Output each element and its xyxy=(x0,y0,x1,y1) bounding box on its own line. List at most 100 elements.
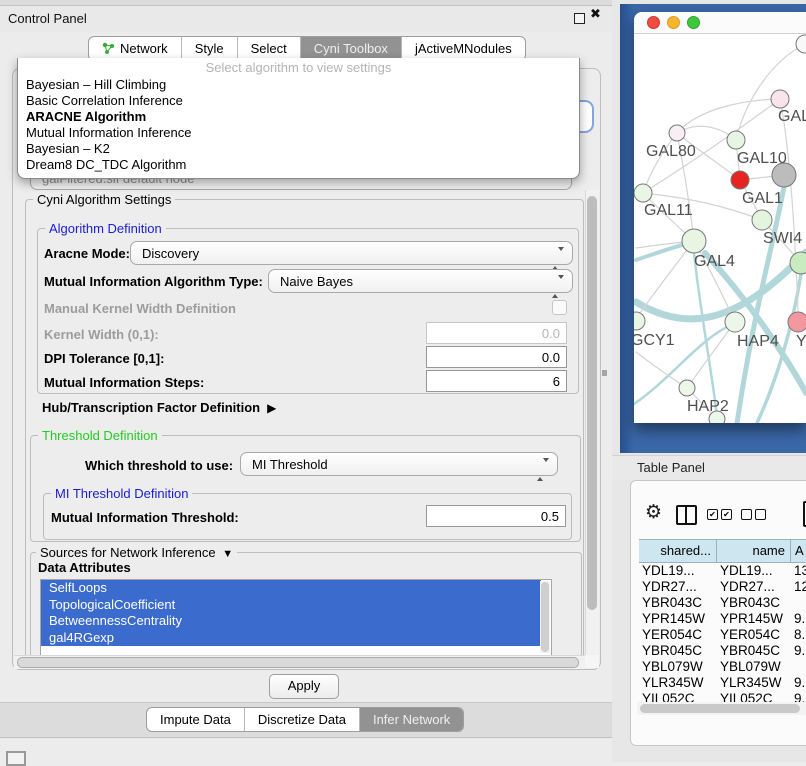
tab-select[interactable]: Select xyxy=(237,37,300,60)
cell: YDL19... xyxy=(717,563,791,579)
attribute-item-topologicalcoefficient[interactable]: TopologicalCoefficient xyxy=(41,597,541,614)
algorithm-option-aracne-algorithm[interactable]: ARACNE Algorithm xyxy=(18,109,579,125)
table-horizontal-scrollbar[interactable] xyxy=(637,702,806,715)
which-threshold-value: MI Threshold xyxy=(252,457,328,472)
scrollbar-thumb[interactable] xyxy=(587,196,597,610)
gear-button[interactable]: ⚙ xyxy=(645,503,662,522)
mi-type-combo[interactable]: Naive Bayes xyxy=(268,269,573,293)
column-header-a[interactable]: A xyxy=(791,540,806,562)
network-node-y[interactable] xyxy=(788,312,806,332)
table-row[interactable]: YPR145WYPR145W9. xyxy=(639,611,806,627)
attribute-item-betweennesscentrality[interactable]: BetweennessCentrality xyxy=(41,613,541,630)
cyni-bottom-tabs: Impute DataDiscretize DataInfer Network xyxy=(146,707,464,732)
cell: YBR045C xyxy=(639,643,717,659)
tab-network[interactable]: Network xyxy=(89,37,181,60)
manual-kernel-checkbox[interactable] xyxy=(552,300,567,315)
aracne-mode-value: Discovery xyxy=(142,246,199,261)
algorithm-option-bayesian-hill-climbing[interactable]: Bayesian – Hill Climbing xyxy=(18,77,579,93)
algorithm-option-basic-correlation-inference[interactable]: Basic Correlation Inference xyxy=(18,93,579,109)
network-node-swi4[interactable] xyxy=(752,210,772,230)
algorithm-option-dream8-dc-tdc-algorithm[interactable]: Dream8 DC_TDC Algorithm xyxy=(18,157,579,173)
close-panel-button[interactable]: ✖ xyxy=(590,7,601,22)
network-node[interactable] xyxy=(709,411,725,423)
network-node-gal[interactable] xyxy=(771,90,789,108)
attribute-item-selfloops[interactable]: SelfLoops xyxy=(41,580,541,597)
hub-definition-toggle[interactable]: Hub/Transcription Factor Definition ▶ xyxy=(42,400,276,415)
sources-toggle[interactable]: Sources for Network Inference ▼ xyxy=(36,545,237,560)
cell xyxy=(791,659,806,675)
cell: 9. xyxy=(791,675,806,691)
network-node[interactable] xyxy=(796,35,806,53)
table-row[interactable]: YDL19...YDL19...13 xyxy=(639,563,806,579)
aracne-mode-combo[interactable]: Discovery xyxy=(130,241,573,265)
table-row[interactable]: YBR043CYBR043C xyxy=(639,595,806,611)
table-row[interactable]: YLR345WYLR345W9. xyxy=(639,675,806,691)
network-icon xyxy=(102,42,115,55)
network-node-hap4[interactable] xyxy=(725,312,745,332)
tab-style-label: Style xyxy=(195,37,224,60)
select-all-columns-button[interactable]: ✔ ✔ xyxy=(707,509,732,520)
table-panel-title: Table Panel xyxy=(637,460,705,475)
dock-icon[interactable] xyxy=(6,751,26,766)
network-node-hap2[interactable] xyxy=(679,380,695,396)
scrollbar-thumb[interactable] xyxy=(640,704,800,713)
float-panel-button[interactable] xyxy=(574,13,585,24)
which-threshold-label: Which threshold to use: xyxy=(85,458,233,473)
table-panel: ⚙ ✔ ✔ shared...nameA YDL19...YDL19...13Y… xyxy=(630,480,806,746)
attribute-item-gal4rgexp[interactable]: gal4RGexp xyxy=(41,630,541,647)
network-window-titlebar[interactable] xyxy=(634,12,806,34)
tab-jactivemnodules[interactable]: jActiveMNodules xyxy=(401,37,525,60)
network-node-gal80[interactable] xyxy=(669,125,685,141)
algorithm-option-mutual-information-inference[interactable]: Mutual Information Inference xyxy=(18,125,579,141)
triangle-right-icon: ▶ xyxy=(264,401,277,415)
tab-impute-data[interactable]: Impute Data xyxy=(147,708,244,731)
node-label-swi4: SWI4 xyxy=(763,230,802,247)
close-window-icon[interactable] xyxy=(647,16,660,29)
mi-threshold-field[interactable]: 0.5 xyxy=(426,505,566,527)
column-header-shared-[interactable]: shared... xyxy=(639,540,717,562)
tab-cyni-toolbox[interactable]: Cyni Toolbox xyxy=(300,37,401,60)
node-table-header: shared...nameA xyxy=(639,539,806,563)
list-scrollbar[interactable] xyxy=(540,581,550,653)
network-node-gcy1[interactable] xyxy=(634,312,645,330)
settings-horizontal-scrollbar[interactable] xyxy=(14,655,585,669)
minimize-window-icon[interactable] xyxy=(667,16,680,29)
split-columns-button[interactable] xyxy=(676,505,697,525)
algorithm-option-bayesian-k2[interactable]: Bayesian – K2 xyxy=(18,141,579,157)
network-canvas[interactable]: GALGAL80GAL10GAL1GAL11SWI4GAL4GCY1HAP4YH… xyxy=(634,34,806,423)
kernel-width-field[interactable]: 0.0 xyxy=(426,322,567,344)
table-row[interactable]: YDR27...YDR27...12 xyxy=(639,579,806,595)
close-icon: ✖ xyxy=(590,7,601,22)
table-row[interactable]: YER054CYER054C8. xyxy=(639,627,806,643)
dpi-tolerance-field[interactable]: 0.0 xyxy=(426,346,567,368)
network-node-gal11[interactable] xyxy=(634,184,652,202)
splitter-handle[interactable] xyxy=(602,370,607,376)
tab-style[interactable]: Style xyxy=(181,37,237,60)
control-panel-titlebar: Control Panel xyxy=(0,6,612,32)
cell xyxy=(791,595,806,611)
settings-vertical-scrollbar[interactable] xyxy=(585,190,599,655)
network-node-gal4[interactable] xyxy=(682,229,706,253)
scrollbar-thumb[interactable] xyxy=(17,657,579,668)
table-row[interactable]: YBL079WYBL079W xyxy=(639,659,806,675)
column-header-name[interactable]: name xyxy=(717,540,791,562)
scrollbar-corner xyxy=(585,655,599,668)
dropdown-placeholder: Select algorithm to view settings xyxy=(18,58,579,77)
cell: 9. xyxy=(791,643,806,659)
cell: 9. xyxy=(791,611,806,627)
network-node-gal10[interactable] xyxy=(727,131,745,149)
deselect-all-columns-button[interactable] xyxy=(741,509,766,520)
network-node-gal1[interactable] xyxy=(731,171,749,189)
network-node[interactable] xyxy=(772,163,796,187)
apply-button[interactable]: Apply xyxy=(269,674,339,699)
node-label-hap4: HAP4 xyxy=(737,333,779,350)
table-row[interactable]: YBR045CYBR045C9. xyxy=(639,643,806,659)
zoom-window-icon[interactable] xyxy=(687,16,700,29)
tab-infer-network[interactable]: Infer Network xyxy=(359,708,463,731)
tab-jactivemnodules-label: jActiveMNodules xyxy=(415,37,512,60)
tab-discretize-data[interactable]: Discretize Data xyxy=(244,708,359,731)
node-table: YDL19...YDL19...13YDR27...YDR27...12YBR0… xyxy=(639,563,806,703)
mi-steps-field[interactable]: 6 xyxy=(426,370,567,392)
which-threshold-combo[interactable]: MI Threshold xyxy=(240,452,558,476)
mi-steps-label: Mutual Information Steps: xyxy=(44,375,204,390)
